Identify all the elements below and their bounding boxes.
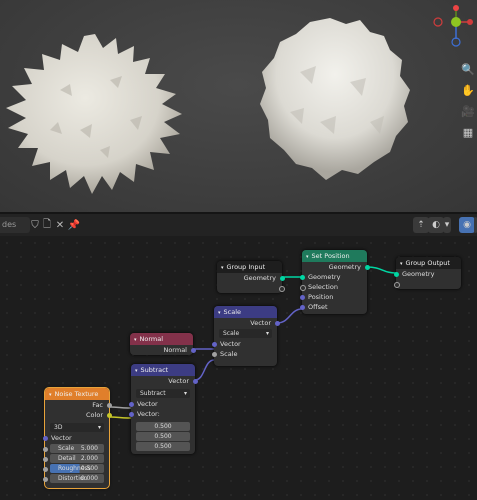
- normal-node[interactable]: ▾ Normal Normal: [130, 333, 196, 355]
- empty-input-socket[interactable]: [393, 282, 400, 288]
- group-input-node[interactable]: ▾ Group Input Geometry: [217, 261, 285, 293]
- chevron-down-icon[interactable]: ▾: [135, 368, 138, 374]
- node-editor[interactable]: des ⛉ 🗋 ✕ 📌 ⇡ ◐ ▾ ◉ ▾ Group Input Geometr…: [0, 214, 477, 500]
- viewport-navigation-tools: 🔍 ✋ 🎥 ▦: [459, 60, 477, 144]
- node-title: Group Input: [226, 263, 266, 271]
- zoom-icon[interactable]: 🔍: [459, 60, 477, 78]
- output-label: Geometry: [243, 274, 276, 282]
- chevron-down-icon[interactable]: ▾: [400, 261, 403, 267]
- group-output-node[interactable]: ▾ Group Output Geometry: [393, 257, 461, 289]
- vector-input-socket[interactable]: [211, 341, 217, 347]
- chevron-down-icon[interactable]: ▾: [221, 265, 224, 271]
- output-label: Vector: [250, 319, 271, 327]
- navigation-gizmo[interactable]: [430, 5, 477, 50]
- color-output-socket[interactable]: [106, 412, 112, 418]
- chevron-down-icon: ▾: [183, 390, 187, 397]
- scale-field[interactable]: Scale 5.000: [43, 444, 104, 453]
- vector-y-field[interactable]: 0.500: [136, 432, 190, 441]
- chevron-down-icon: ▾: [97, 424, 101, 431]
- spiky-sphere-left: [6, 34, 182, 194]
- vector-input-socket[interactable]: [128, 401, 134, 407]
- geometry-output-socket[interactable]: [279, 275, 285, 281]
- hand-icon[interactable]: ✋: [459, 81, 477, 99]
- chevron-down-icon[interactable]: ▾: [49, 392, 52, 398]
- dimension-dropdown[interactable]: 3D ▾: [50, 423, 104, 432]
- chevron-down-icon[interactable]: ▾: [134, 337, 137, 343]
- node-title: Subtract: [140, 366, 169, 374]
- node-title: Scale: [223, 308, 242, 316]
- lumpy-sphere-right: [260, 18, 410, 180]
- chevron-down-icon[interactable]: ▾: [306, 254, 309, 260]
- subtract-node[interactable]: ▾ Subtract Vector Subtract ▾ Vector Vector…: [128, 364, 198, 454]
- input-label: Vector: [137, 400, 158, 408]
- distortion-field[interactable]: Distortion 0.000: [43, 474, 104, 483]
- operation-dropdown[interactable]: Scale ▾: [219, 329, 272, 338]
- node-title: Group Output: [405, 259, 450, 267]
- scale-node[interactable]: ▾ Scale Vector Scale ▾ Vector Scale: [211, 306, 280, 366]
- input-label: Offset: [308, 303, 328, 311]
- vector-z-field[interactable]: 0.500: [136, 442, 190, 451]
- 3d-viewport[interactable]: 🔍 ✋ 🎥 ▦: [0, 0, 477, 212]
- vector-input-socket[interactable]: [128, 411, 134, 417]
- fac-output-socket[interactable]: [106, 402, 112, 408]
- scale-input-socket[interactable]: [211, 351, 217, 357]
- selection-input-socket[interactable]: [299, 285, 306, 291]
- operation-dropdown[interactable]: Subtract ▾: [136, 389, 190, 398]
- roughness-field[interactable]: Roughness 0.500: [43, 464, 104, 473]
- vector-output-socket[interactable]: [192, 378, 198, 384]
- input-label: Geometry: [308, 273, 341, 281]
- node-title: Set Position: [311, 252, 350, 260]
- input-label: Position: [308, 293, 334, 301]
- detail-field[interactable]: Detail 2.000: [43, 454, 104, 463]
- output-label: Color: [86, 411, 103, 419]
- normal-output-socket[interactable]: [190, 347, 196, 353]
- empty-output-socket[interactable]: [278, 286, 285, 292]
- node-title: Noise Texture: [54, 390, 99, 398]
- offset-input-socket[interactable]: [299, 304, 305, 310]
- input-label: Selection: [308, 283, 338, 291]
- grid-icon[interactable]: ▦: [459, 123, 477, 141]
- geometry-input-socket[interactable]: [393, 271, 399, 277]
- input-label: Vector: [220, 340, 241, 348]
- input-label: Geometry: [402, 270, 435, 278]
- geometry-output-socket[interactable]: [364, 264, 370, 270]
- output-label: Fac: [92, 401, 103, 409]
- output-label: Normal: [163, 346, 187, 354]
- noise-texture-node[interactable]: ▾ Noise Texture Fac Color 3D ▾ Vector Scal…: [42, 387, 112, 489]
- geometry-input-socket[interactable]: [299, 274, 305, 280]
- node-title: Normal: [139, 335, 164, 343]
- vector-x-field[interactable]: 0.500: [136, 422, 190, 431]
- vector-input-socket[interactable]: [42, 435, 48, 441]
- output-label: Geometry: [328, 263, 361, 271]
- output-label: Vector: [168, 377, 189, 385]
- position-input-socket[interactable]: [299, 294, 305, 300]
- vector-output-socket[interactable]: [274, 320, 280, 326]
- input-label: Scale: [220, 350, 238, 358]
- input-label: Vector: [51, 434, 72, 442]
- chevron-down-icon[interactable]: ▾: [218, 310, 221, 316]
- chevron-down-icon: ▾: [265, 330, 269, 337]
- input-label: Vector:: [137, 410, 160, 418]
- set-position-node[interactable]: ▾ Set Position Geometry Geometry Selectio…: [299, 250, 370, 314]
- camera-icon[interactable]: 🎥: [459, 102, 477, 120]
